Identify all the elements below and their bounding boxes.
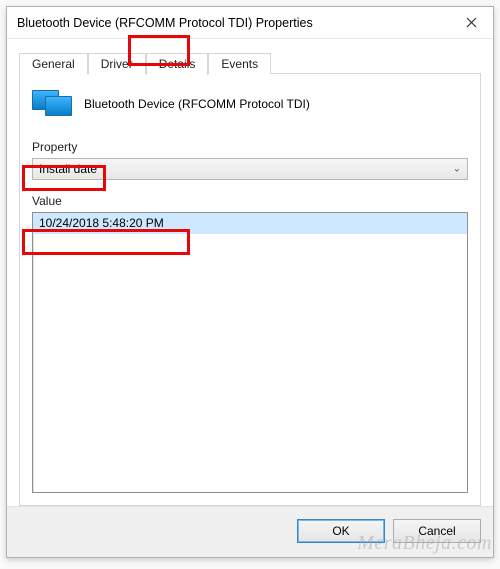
close-button[interactable] bbox=[449, 7, 493, 39]
cancel-button[interactable]: Cancel bbox=[393, 519, 481, 543]
tab-details[interactable]: Details bbox=[146, 53, 209, 75]
tab-general[interactable]: General bbox=[19, 53, 88, 74]
close-icon bbox=[466, 17, 477, 28]
value-label: Value bbox=[32, 194, 468, 208]
device-name: Bluetooth Device (RFCOMM Protocol TDI) bbox=[84, 97, 310, 111]
window-title: Bluetooth Device (RFCOMM Protocol TDI) P… bbox=[17, 16, 449, 30]
device-header: Bluetooth Device (RFCOMM Protocol TDI) bbox=[32, 88, 468, 120]
tab-events[interactable]: Events bbox=[208, 53, 271, 74]
chevron-down-icon: ⌄ bbox=[453, 164, 461, 175]
device-icon bbox=[32, 88, 72, 120]
button-row: OK Cancel bbox=[7, 506, 493, 557]
ok-button[interactable]: OK bbox=[297, 519, 385, 543]
titlebar: Bluetooth Device (RFCOMM Protocol TDI) P… bbox=[7, 7, 493, 39]
property-dropdown[interactable]: Install date ⌄ bbox=[32, 158, 468, 180]
list-item[interactable]: 10/24/2018 5:48:20 PM bbox=[33, 213, 467, 234]
properties-window: Bluetooth Device (RFCOMM Protocol TDI) P… bbox=[6, 6, 494, 558]
tab-driver[interactable]: Driver bbox=[88, 53, 146, 74]
value-listbox[interactable]: 10/24/2018 5:48:20 PM bbox=[32, 212, 468, 493]
tab-strip: General Driver Details Events bbox=[19, 49, 481, 74]
property-selected: Install date bbox=[39, 162, 97, 176]
tab-panel-details: Bluetooth Device (RFCOMM Protocol TDI) P… bbox=[19, 73, 481, 506]
content-area: General Driver Details Events Bluetooth … bbox=[7, 39, 493, 506]
property-label: Property bbox=[32, 140, 468, 154]
